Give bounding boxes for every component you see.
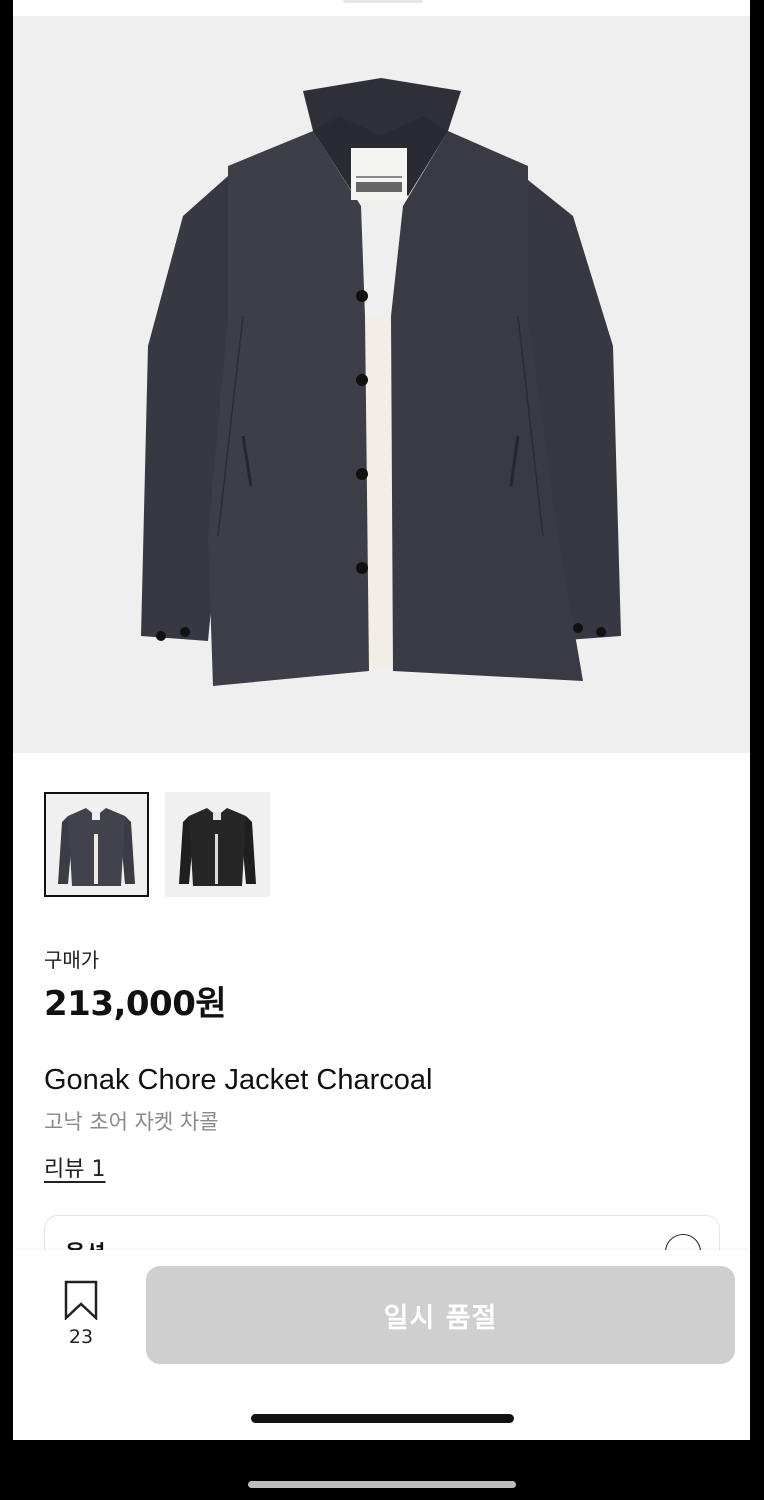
thumbnail-charcoal[interactable] bbox=[44, 792, 149, 897]
review-link[interactable]: 리뷰 1 bbox=[44, 1151, 105, 1183]
system-home-indicator bbox=[248, 1481, 516, 1488]
bookmark-button[interactable]: 23 bbox=[55, 1280, 107, 1348]
home-indicator bbox=[251, 1414, 514, 1423]
top-sheet-handle bbox=[343, 0, 423, 3]
product-screen: 구매가 213,000원 Gonak Chore Jacket Charcoal… bbox=[13, 0, 750, 1440]
jacket-illustration bbox=[141, 78, 621, 686]
jacket-thumb-charcoal bbox=[58, 808, 135, 886]
product-name-korean: 고낙 초어 자켓 차콜 bbox=[44, 1110, 219, 1134]
bottom-action-bar: 23 일시 품절 bbox=[13, 1250, 750, 1440]
product-main-image[interactable] bbox=[13, 16, 750, 753]
product-name-english: Gonak Chore Jacket Charcoal bbox=[44, 1064, 433, 1096]
bookmark-count: 23 bbox=[68, 1326, 94, 1348]
jacket-thumb-black bbox=[179, 808, 256, 886]
soldout-button[interactable]: 일시 품절 bbox=[146, 1266, 735, 1364]
price-label: 구매가 bbox=[44, 948, 100, 972]
thumbnail-black[interactable] bbox=[165, 792, 270, 897]
bookmark-icon bbox=[64, 1280, 98, 1321]
thumbnail-strip bbox=[44, 792, 270, 897]
price-value: 213,000원 bbox=[44, 984, 227, 1024]
